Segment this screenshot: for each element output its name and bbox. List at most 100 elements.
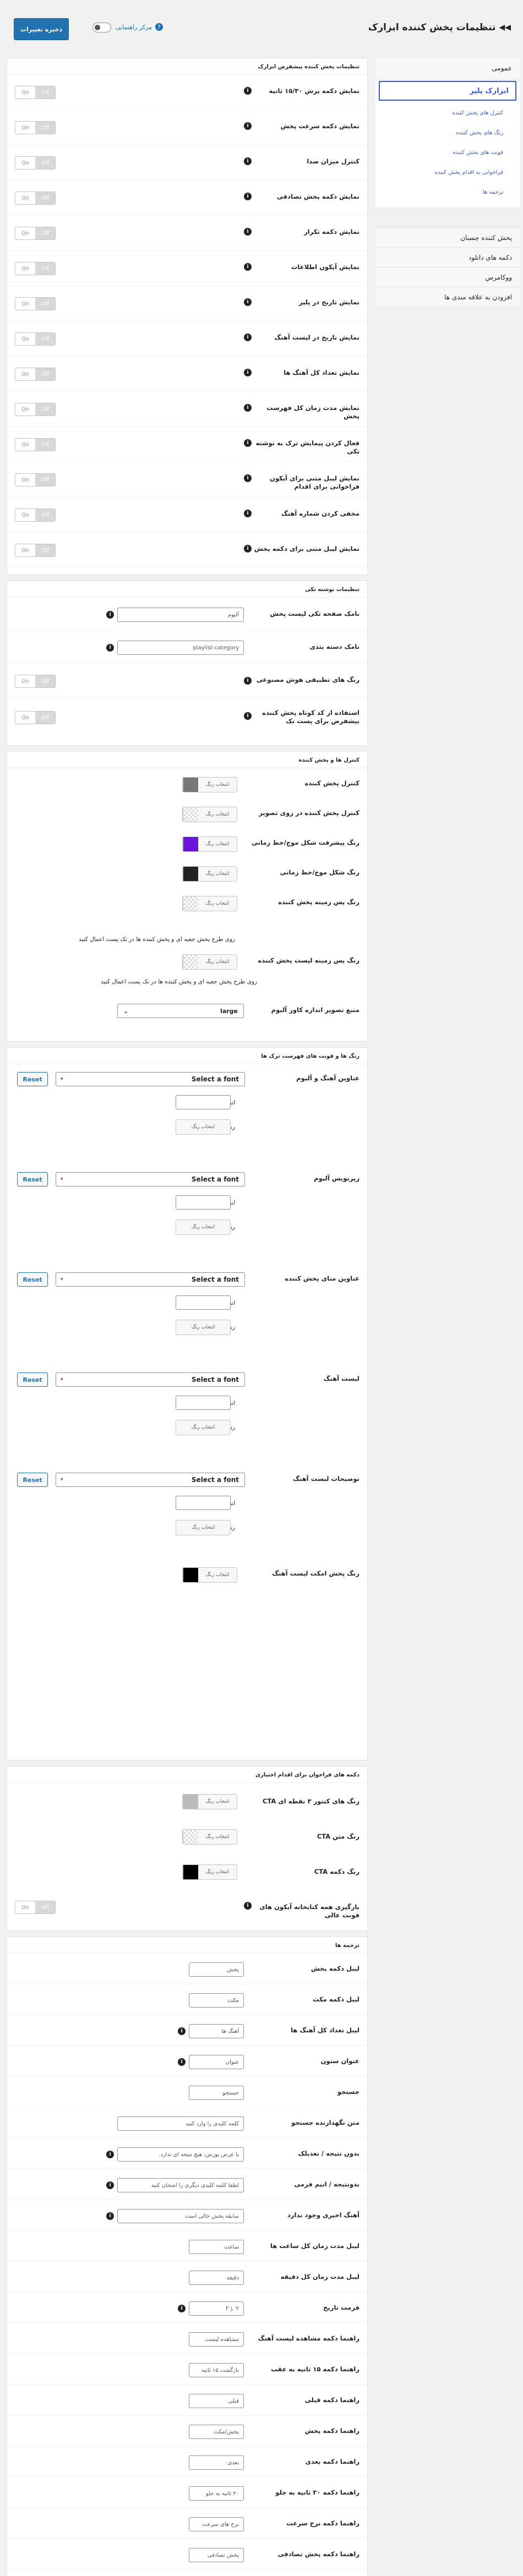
sidebar-item-woocommerce[interactable]: ووکامرس (375, 267, 520, 287)
slug-input[interactable]: آلبوم (117, 608, 244, 622)
playlist-bg-color-picker[interactable]: انتخاب رنگ (182, 1567, 237, 1583)
reset-button[interactable]: Reset (17, 1072, 48, 1086)
color-picker[interactable]: انتخاب رنگ (182, 954, 237, 970)
translation-input[interactable]: مکث (189, 1993, 244, 2008)
on-off-toggle[interactable]: On Off (15, 262, 56, 275)
help-icon[interactable]: i (244, 712, 252, 720)
translation-input[interactable]: جستجو (189, 2086, 244, 2100)
on-off-toggle[interactable]: On Off (15, 192, 56, 205)
help-icon[interactable]: i (106, 2212, 114, 2220)
help-icon[interactable]: i (244, 157, 252, 165)
help-icon[interactable]: i (244, 439, 252, 447)
sidebar-item-download[interactable]: دکمه های دانلود (375, 247, 520, 267)
translation-input[interactable]: با عرض پوزش، هیچ نتیجه ای ندارد. (117, 2147, 244, 2162)
font-select[interactable]: Select a font ▾ (56, 1272, 245, 1287)
help-icon[interactable]: i (244, 369, 252, 376)
color-picker[interactable]: انتخاب رنگ (182, 777, 237, 792)
font-color-picker[interactable]: انتخاب رنگ (176, 1420, 231, 1435)
on-off-toggle[interactable]: On Off (15, 86, 56, 99)
translation-input[interactable]: ۳۰ ثانیه به جلو (189, 2486, 244, 2501)
help-icon[interactable]: i (244, 87, 252, 95)
translation-input[interactable]: ساعت (189, 2240, 244, 2254)
help-icon[interactable]: i (244, 404, 252, 412)
font-color-picker[interactable]: انتخاب رنگ (176, 1119, 231, 1135)
sidebar-sub-fonts[interactable]: فونت های پخش کننده (375, 143, 520, 162)
translation-input[interactable]: مشاهده لیست (189, 2332, 244, 2347)
font-select[interactable]: Select a font ▾ (56, 1072, 245, 1086)
on-off-toggle[interactable]: On Off (15, 121, 56, 134)
on-off-toggle[interactable]: On Off (15, 544, 56, 557)
translation-input[interactable]: لطفا کلمه کلیدی دیگری را امتحان کنید (117, 2178, 244, 2192)
reset-button[interactable]: Reset (17, 1272, 48, 1287)
translation-input[interactable]: پخش تصادفی (189, 2548, 244, 2562)
font-select[interactable]: Select a font ▾ (56, 1172, 245, 1186)
help-icon[interactable]: i (106, 611, 114, 619)
color-picker[interactable]: انتخاب رنگ (182, 836, 237, 852)
help-icon[interactable]: i (106, 644, 114, 652)
help-icon[interactable]: i (244, 298, 252, 306)
font-size-input[interactable] (176, 1295, 231, 1310)
help-icon[interactable]: i (244, 333, 252, 341)
help-icon[interactable]: i (178, 2027, 186, 2035)
on-off-toggle[interactable]: On Off (15, 297, 56, 310)
help-center-link[interactable]: ? مرکز راهنمایی (116, 23, 164, 31)
translation-input[interactable]: بعدی (189, 2455, 244, 2470)
on-off-toggle[interactable]: On Off (15, 227, 56, 240)
font-color-picker[interactable]: انتخاب رنگ (176, 1219, 231, 1235)
font-size-input[interactable] (176, 1496, 231, 1510)
sidebar-sub-cta[interactable]: فراخوانی به اقدام پخش کننده (375, 162, 520, 182)
help-icon[interactable]: i (244, 510, 252, 517)
default-shortcode-toggle[interactable]: On Off (15, 711, 56, 724)
sidebar-sub-controls[interactable]: کنترل های پخش کننده (375, 103, 520, 123)
on-off-toggle[interactable]: On Off (15, 438, 56, 451)
cta-color-picker[interactable]: انتخاب رنگ (182, 1864, 237, 1880)
sidebar-item-general[interactable]: عمومی (375, 58, 520, 79)
on-off-toggle[interactable]: On Off (15, 1901, 56, 1914)
color-picker[interactable]: انتخاب رنگ (182, 807, 237, 822)
sidebar-sub-translations[interactable]: ترجمه ها (375, 182, 520, 202)
help-icon[interactable]: i (106, 2151, 114, 2158)
cta-color-picker[interactable]: انتخاب رنگ (182, 1829, 237, 1845)
font-color-picker[interactable]: انتخاب رنگ (176, 1320, 231, 1335)
help-icon[interactable]: i (244, 263, 252, 271)
sidebar-item-sticky[interactable]: پخش کننده چسبان (375, 227, 520, 247)
help-icon[interactable]: i (244, 1902, 252, 1910)
translation-input[interactable]: سابقه پخش خالی است (117, 2209, 244, 2223)
reset-button[interactable]: Reset (17, 1372, 48, 1387)
translation-input[interactable]: دقیقه (189, 2271, 244, 2285)
save-button[interactable]: ذخیره تغییرات (14, 18, 69, 40)
color-picker[interactable]: انتخاب رنگ (182, 866, 237, 882)
font-size-input[interactable] (176, 1095, 231, 1109)
font-size-input[interactable] (176, 1195, 231, 1210)
reset-button[interactable]: Reset (17, 1172, 48, 1186)
help-icon[interactable]: i (244, 545, 252, 553)
translation-input[interactable]: عنوان (189, 2055, 244, 2069)
help-icon[interactable]: i (244, 122, 252, 130)
help-icon[interactable]: i (178, 2058, 186, 2066)
cta-color-picker[interactable]: انتخاب رنگ (182, 1794, 237, 1809)
on-off-toggle[interactable]: On Off (15, 332, 56, 346)
on-off-toggle[interactable]: On Off (15, 473, 56, 486)
translation-input[interactable]: F j, Y (189, 2301, 244, 2316)
translation-input[interactable]: قبلی (189, 2394, 244, 2408)
sidebar-item-widget[interactable]: ابزارک پلیر (379, 81, 516, 101)
on-off-toggle[interactable]: On Off (15, 508, 56, 522)
translation-input[interactable]: پخش (189, 1962, 244, 1977)
on-off-toggle[interactable]: On Off (15, 156, 56, 169)
help-icon[interactable]: i (244, 474, 252, 482)
help-icon[interactable]: i (244, 677, 252, 685)
sidebar-sub-colors[interactable]: رنگ های پخش کننده (375, 123, 520, 143)
translation-input[interactable]: نرخ های سرعت (189, 2517, 244, 2531)
reset-button[interactable]: Reset (17, 1473, 48, 1487)
ai-colors-toggle[interactable]: On Off (15, 675, 56, 688)
sidebar-item-favorites[interactable]: افزودن به علاقه مندی ها (375, 287, 520, 307)
on-off-toggle[interactable]: On Off (15, 368, 56, 381)
help-icon[interactable]: i (244, 193, 252, 200)
translation-input[interactable]: کلمه کلیدی را وارد کنید (117, 2116, 244, 2131)
on-off-toggle[interactable]: On Off (15, 403, 56, 416)
help-icon[interactable]: i (106, 2181, 114, 2189)
help-icon[interactable]: i (178, 2305, 186, 2312)
font-select[interactable]: Select a font ▾ (56, 1473, 245, 1487)
translation-input[interactable]: پخش/مکث (189, 2425, 244, 2439)
font-color-picker[interactable]: انتخاب رنگ (176, 1520, 231, 1535)
